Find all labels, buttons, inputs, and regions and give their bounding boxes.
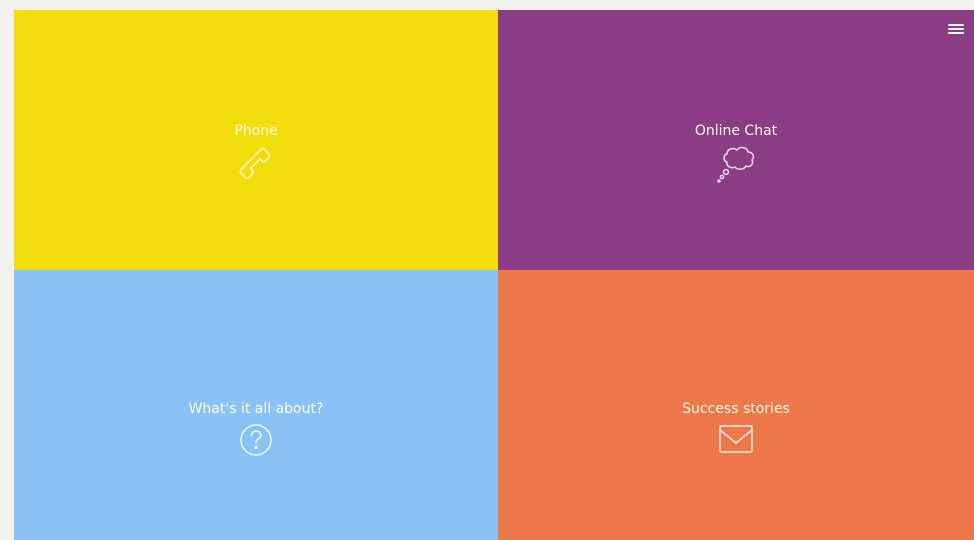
menu-bar — [948, 24, 964, 26]
whats-it-all-about-tile-content: What's it all about? — [14, 400, 498, 462]
menu-bar — [948, 32, 964, 34]
online-chat-tile-content: Online Chat — [498, 122, 974, 188]
success-stories-tile-label: Success stories — [682, 401, 790, 417]
success-stories-tile-content: Success stories — [498, 400, 974, 460]
success-stories-tile[interactable]: Success stories — [498, 270, 974, 540]
online-chat-tile[interactable]: Online Chat — [498, 10, 974, 270]
whats-it-all-about-tile[interactable]: What's it all about? — [14, 270, 498, 540]
phone-tile[interactable]: Phone — [14, 10, 498, 270]
tile-grid: Phone Online Chat What's it all about? S… — [14, 10, 974, 540]
menu-bar — [948, 28, 964, 30]
thought-bubble-icon — [713, 144, 759, 184]
hamburger-menu-icon[interactable] — [948, 22, 964, 36]
phone-tile-label: Phone — [234, 123, 278, 139]
page-frame: Phone Online Chat What's it all about? S… — [0, 0, 974, 540]
envelope-check-icon — [717, 422, 755, 456]
phone-tile-content: Phone — [14, 122, 498, 188]
question-circle-icon — [238, 422, 274, 458]
whats-it-all-about-tile-label: What's it all about? — [188, 401, 324, 417]
phone-icon — [236, 144, 276, 184]
online-chat-tile-label: Online Chat — [694, 123, 778, 139]
